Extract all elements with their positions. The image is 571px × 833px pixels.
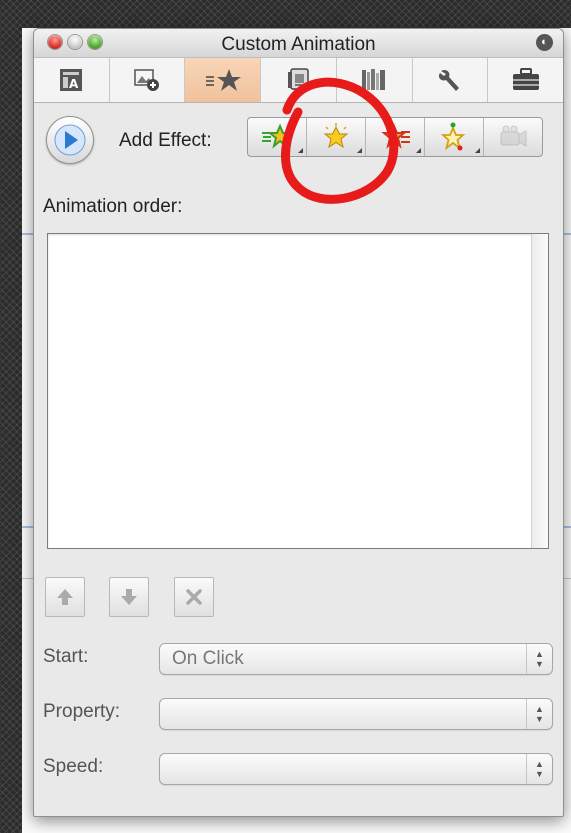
dropdown-triangle-icon (357, 148, 362, 153)
title-bar[interactable]: Custom Animation ◐ (34, 29, 563, 57)
move-up-button[interactable] (45, 577, 85, 617)
toolbox-icon (512, 68, 539, 90)
tab-toolbox[interactable] (488, 58, 563, 102)
exit-effect-button[interactable] (366, 118, 425, 156)
tab-custom-animation[interactable] (185, 58, 262, 102)
start-select[interactable]: On Click ▲ ▼ (159, 643, 553, 675)
entrance-effect-star-icon (262, 123, 293, 149)
play-button[interactable] (46, 116, 94, 164)
play-icon (54, 124, 86, 156)
exit-effect-star-icon (381, 123, 410, 149)
svg-text:A: A (69, 77, 79, 91)
text-box-icon: A (60, 69, 83, 91)
animation-order-list[interactable] (47, 233, 549, 549)
custom-animation-palette: Custom Animation ◐ A Add Effect: Animati… (33, 28, 564, 817)
start-label: Start: (43, 646, 89, 667)
document-pages-icon (287, 68, 309, 90)
bookshelf-icon (362, 69, 386, 90)
wrench-icon (438, 69, 459, 91)
motion-path-effect-button[interactable] (425, 118, 484, 156)
start-select-value: On Click (172, 648, 244, 669)
move-down-button[interactable] (109, 577, 149, 617)
window-title: Custom Animation (221, 34, 376, 55)
emphasis-effect-button[interactable] (307, 118, 366, 156)
property-label: Property: (43, 701, 121, 722)
remove-effect-button[interactable] (174, 577, 214, 617)
dropdown-triangle-icon (416, 148, 421, 153)
tab-slide-layout[interactable] (261, 58, 337, 102)
motion-path-star-icon (440, 122, 466, 151)
move-down-arrow-icon (121, 589, 137, 605)
move-up-arrow-icon (57, 589, 73, 605)
dropdown-triangle-icon (298, 148, 303, 153)
custom-animation-star-icon (205, 69, 241, 91)
stepper-arrows-icon: ▲ ▼ (526, 699, 552, 729)
speed-select[interactable]: ▲ ▼ (159, 753, 553, 785)
tab-object-palette[interactable] (110, 58, 186, 102)
entrance-effect-button[interactable] (248, 118, 307, 156)
tab-reference-tools[interactable] (337, 58, 413, 102)
insert-picture-icon (134, 69, 160, 91)
speed-label: Speed: (43, 756, 104, 777)
tab-compatibility[interactable] (413, 58, 489, 102)
animation-order-scrollbar[interactable] (531, 234, 548, 548)
movie-action-button[interactable] (484, 118, 542, 156)
emphasis-effect-star-icon (323, 123, 349, 149)
palette-options-icon[interactable]: ◐ (536, 34, 553, 51)
toolbox-tab-bar: A (34, 57, 563, 103)
property-select[interactable]: ▲ ▼ (159, 698, 553, 730)
add-effect-button-group (247, 117, 543, 157)
stepper-arrows-icon: ▲ ▼ (526, 754, 552, 784)
stepper-arrows-icon: ▲ ▼ (526, 644, 552, 674)
dropdown-triangle-icon (475, 148, 480, 153)
delete-x-icon (186, 589, 202, 605)
add-effect-label: Add Effect: (119, 130, 212, 151)
movie-action-icon (500, 125, 527, 147)
animation-order-label: Animation order: (43, 196, 183, 217)
tab-formatting[interactable]: A (34, 58, 110, 102)
